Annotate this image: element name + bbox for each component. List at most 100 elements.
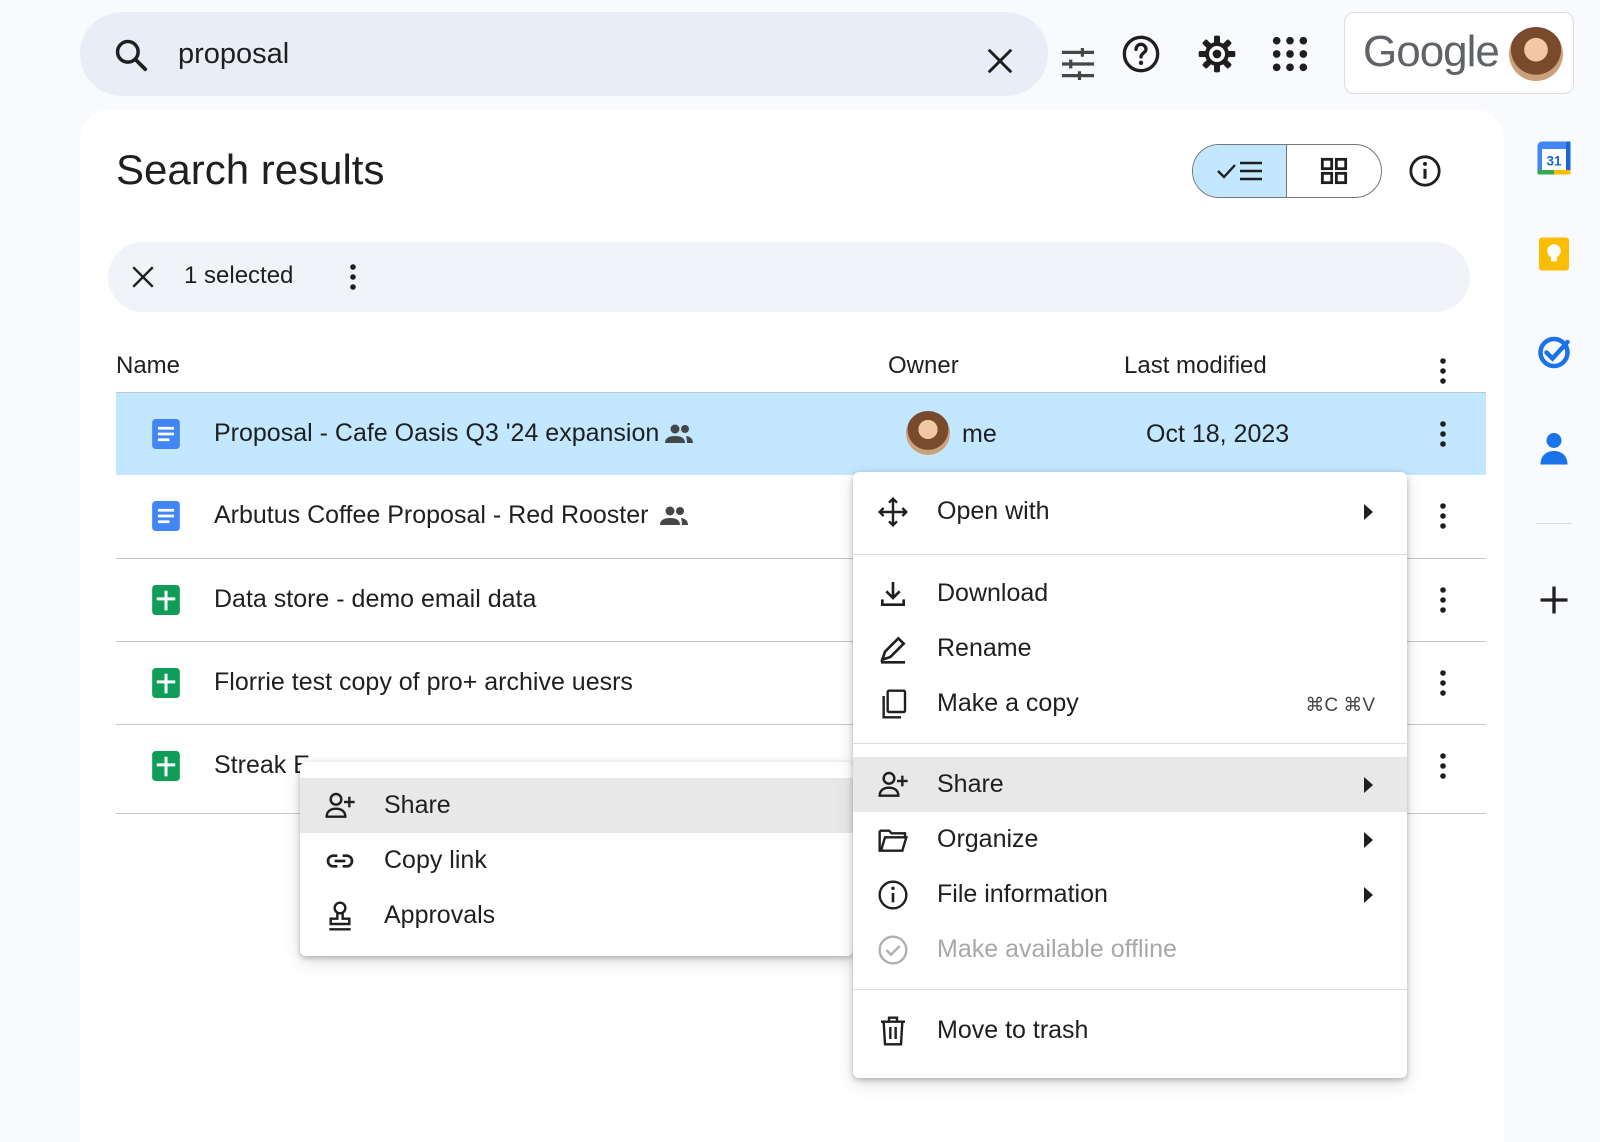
menu-label: Share — [937, 770, 1004, 798]
file-name: Arbutus Coffee Proposal - Red Rooster — [214, 501, 649, 529]
submenu-arrow-icon — [1364, 777, 1373, 793]
calendar-date: 31 — [1546, 154, 1562, 169]
shared-people-icon — [660, 506, 688, 525]
docs-file-icon — [152, 501, 180, 531]
column-last-modified[interactable]: Last modified — [1124, 352, 1267, 380]
menu-item-organize[interactable]: Organize — [853, 812, 1407, 867]
owner-avatar — [906, 411, 950, 455]
menu-label: File information — [937, 880, 1108, 908]
submenu-label: Copy link — [384, 846, 487, 874]
share-submenu: Share Copy link Approvals — [300, 762, 853, 956]
submenu-label: Share — [384, 791, 451, 819]
file-context-menu: Open with Download Rename Make a copy ⌘C… — [853, 472, 1407, 1078]
sheets-file-icon — [152, 668, 180, 698]
row-more-actions-icon[interactable] — [1438, 419, 1448, 449]
menu-item-make-available-offline: Make available offline — [853, 922, 1407, 977]
menu-divider — [853, 743, 1407, 744]
submenu-item-share[interactable]: Share — [300, 778, 853, 833]
folder-open-icon — [878, 829, 908, 852]
menu-label: Make a copy — [937, 689, 1079, 717]
menu-divider — [853, 554, 1407, 555]
submenu-item-copy-link[interactable]: Copy link — [300, 833, 853, 888]
menu-label: Move to trash — [937, 1016, 1089, 1044]
sheets-file-icon — [152, 585, 180, 615]
pencil-icon — [880, 636, 906, 664]
row-more-actions-icon[interactable] — [1438, 751, 1448, 781]
last-modified-date: Oct 18, 2023 — [1146, 420, 1290, 448]
help-icon[interactable] — [1121, 34, 1161, 74]
grid-view-button[interactable] — [1287, 145, 1381, 197]
menu-label: Make available offline — [937, 935, 1177, 963]
submenu-arrow-icon — [1364, 887, 1373, 903]
row-more-actions-icon[interactable] — [1438, 501, 1448, 531]
menu-item-make-copy[interactable]: Make a copy ⌘C ⌘V — [853, 676, 1407, 731]
table-header: Name Owner Last modified — [116, 352, 1486, 392]
keyboard-shortcut: ⌘C ⌘V — [1305, 695, 1375, 716]
docs-file-icon — [152, 419, 180, 449]
row-more-actions-icon[interactable] — [1438, 668, 1448, 698]
account-avatar[interactable] — [1509, 27, 1563, 81]
selection-bar: 1 selected — [108, 242, 1470, 312]
selection-more-icon[interactable] — [348, 262, 358, 292]
link-icon — [326, 854, 354, 868]
menu-label: Download — [937, 579, 1049, 607]
selection-count: 1 selected — [184, 262, 294, 289]
menu-item-file-information[interactable]: File information — [853, 867, 1407, 922]
apps-grid-icon[interactable] — [1270, 34, 1310, 74]
clear-selection-icon[interactable] — [130, 264, 156, 290]
list-view-icon — [1216, 161, 1262, 181]
grid-view-icon — [1320, 157, 1348, 185]
submenu-label: Approvals — [384, 901, 496, 929]
sheets-file-icon — [152, 751, 180, 781]
side-panel-divider — [1536, 523, 1572, 524]
list-view-button[interactable] — [1193, 145, 1287, 197]
download-icon — [881, 582, 905, 606]
submenu-item-approvals[interactable]: Approvals — [300, 888, 853, 943]
shared-people-icon — [665, 424, 693, 443]
search-options-icon[interactable] — [1060, 48, 1096, 80]
view-toggle[interactable] — [1192, 144, 1382, 198]
tasks-icon[interactable] — [1536, 333, 1572, 369]
file-name: Streak E — [214, 751, 310, 779]
move-arrows-icon — [877, 496, 909, 528]
search-input[interactable] — [178, 32, 778, 76]
file-name: Proposal - Cafe Oasis Q3 '24 expansion — [214, 419, 660, 447]
column-owner[interactable]: Owner — [888, 352, 959, 380]
keep-icon[interactable] — [1536, 236, 1572, 272]
trash-icon — [881, 1016, 905, 1046]
google-logo: Google — [1363, 27, 1500, 76]
menu-label: Open with — [937, 497, 1050, 525]
calendar-icon[interactable]: 31 — [1536, 140, 1572, 176]
copy-icon — [882, 689, 907, 719]
person-add-icon — [325, 792, 355, 818]
account-switcher[interactable]: Google — [1344, 12, 1574, 94]
search-icon[interactable] — [112, 36, 150, 74]
column-name[interactable]: Name — [116, 352, 180, 380]
file-name: Data store - demo email data — [214, 585, 537, 613]
submenu-arrow-icon — [1364, 832, 1373, 848]
row-more-actions-icon[interactable] — [1438, 585, 1448, 615]
menu-item-open-with[interactable]: Open with — [853, 484, 1407, 539]
clear-search-icon[interactable] — [985, 46, 1015, 76]
menu-divider — [853, 989, 1407, 990]
stamp-icon — [329, 901, 351, 931]
menu-label: Rename — [937, 634, 1032, 662]
offline-check-icon — [878, 935, 908, 965]
menu-label: Organize — [937, 825, 1039, 853]
column-options-icon[interactable] — [1438, 356, 1448, 386]
info-icon — [878, 880, 908, 910]
page-title: Search results — [116, 146, 385, 193]
menu-item-rename[interactable]: Rename — [853, 621, 1407, 676]
details-info-icon[interactable] — [1408, 154, 1442, 188]
contacts-icon[interactable] — [1536, 430, 1572, 466]
file-name: Florrie test copy of pro+ archive uesrs — [214, 668, 633, 696]
menu-item-share[interactable]: Share — [853, 757, 1407, 812]
table-row[interactable]: Proposal - Cafe Oasis Q3 '24 expansion m… — [116, 392, 1486, 475]
submenu-arrow-icon — [1364, 504, 1373, 520]
add-icon[interactable] — [1536, 582, 1572, 618]
owner-name: me — [962, 420, 997, 448]
search-bar[interactable] — [80, 12, 1094, 96]
menu-item-download[interactable]: Download — [853, 566, 1407, 621]
settings-gear-icon[interactable] — [1197, 34, 1237, 74]
menu-item-move-to-trash[interactable]: Move to trash — [853, 1003, 1407, 1058]
